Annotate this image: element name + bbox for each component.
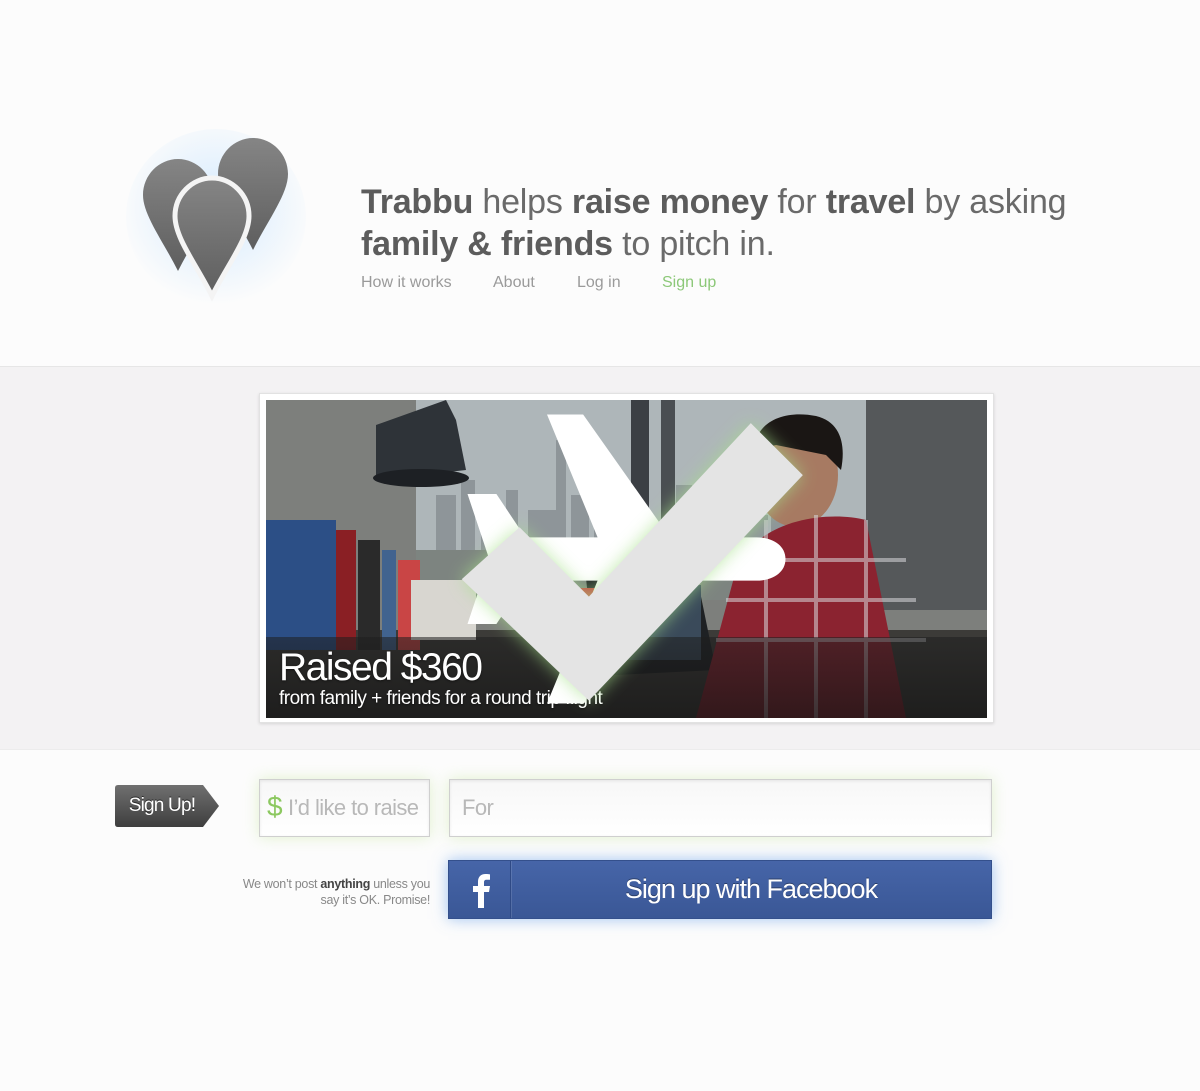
nav-sign-up[interactable]: Sign up (662, 274, 716, 292)
signup-tag-label: Sign Up! (128, 795, 196, 816)
map-pins-icon (126, 129, 306, 305)
raise-amount-input[interactable] (288, 780, 428, 836)
feature-photo-frame: Raised $360 from family + friends for a … (259, 393, 994, 723)
checkmark-icon (461, 423, 803, 701)
nav-log-in[interactable]: Log in (577, 274, 621, 292)
tagline-text: for (768, 183, 826, 221)
tagline-brand: Trabbu (361, 183, 474, 221)
for-field[interactable] (449, 779, 992, 837)
for-input[interactable] (462, 780, 982, 836)
feature-photo: Raised $360 from family + friends for a … (266, 400, 987, 718)
trabbu-logo[interactable] (126, 129, 306, 305)
tagline-emphasis: travel (825, 183, 916, 221)
signup-tag: Sign Up! (115, 785, 220, 827)
privacy-text: We won’t post (242, 877, 321, 891)
tagline-emphasis: raise money (571, 183, 769, 221)
privacy-emphasis: anything (320, 877, 371, 891)
nav-about[interactable]: About (493, 274, 535, 292)
tagline-emphasis: family & friends (361, 225, 613, 263)
privacy-note: We won’t post anything unless you say it… (230, 876, 430, 908)
facebook-signup-label: Sign up with Facebook (624, 874, 878, 904)
feature-band: Raised $360 from family + friends for a … (0, 366, 1200, 750)
dollar-sign: $ (267, 791, 283, 822)
tagline-text: helps (473, 183, 572, 221)
facebook-signup-button[interactable]: Sign up with Facebook (448, 860, 992, 919)
tagline-text: by asking (915, 183, 1067, 221)
nav-how-it-works[interactable]: How it works (361, 274, 452, 292)
facebook-icon-box (449, 861, 511, 918)
raise-amount-field[interactable]: $ (259, 779, 430, 837)
facebook-icon (473, 874, 490, 908)
site-header: Trabbu helps raise money for travel by a… (0, 0, 1200, 366)
tagline: Trabbu helps raise money for travel by a… (361, 181, 1121, 265)
tagline-text: to pitch in. (612, 225, 775, 263)
